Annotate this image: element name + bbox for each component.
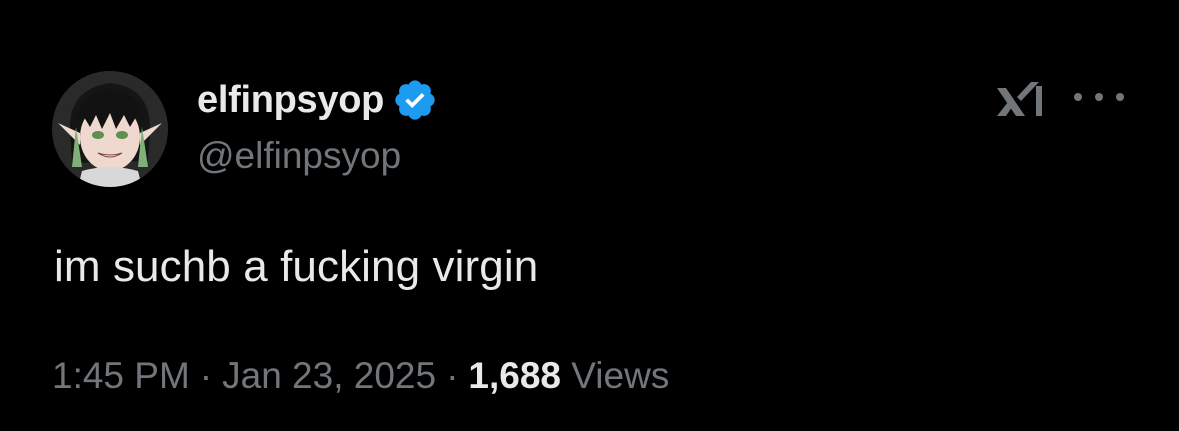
tweet-date[interactable]: Jan 23, 2025 xyxy=(222,355,436,396)
more-horizontal-icon xyxy=(1074,93,1082,101)
avatar[interactable] xyxy=(52,71,168,187)
separator: · xyxy=(446,355,459,396)
tweet-time[interactable]: 1:45 PM xyxy=(52,355,190,396)
verified-badge-icon xyxy=(395,80,435,120)
tweet-text: im suchb a fucking virgin xyxy=(54,242,539,291)
views-label: Views xyxy=(571,355,670,396)
avatar-image xyxy=(52,71,168,187)
more-horizontal-icon-dot xyxy=(1116,93,1124,101)
separator: · xyxy=(199,355,213,396)
views-count[interactable]: 1,688 xyxy=(468,355,561,396)
tweet-metadata: 1:45 PM · Jan 23, 2025 · 1,688 Views xyxy=(52,355,669,397)
handle[interactable]: @elfinpsyop xyxy=(197,135,401,177)
more-horizontal-icon-dot xyxy=(1095,93,1103,101)
more-options-button[interactable] xyxy=(1074,84,1124,110)
display-name[interactable]: elfinpsyop xyxy=(197,79,384,122)
author-row: elfinpsyop xyxy=(197,78,438,122)
tweet-card: elfinpsyop @elfinpsyop im suchb a fuckin… xyxy=(0,0,1179,431)
xai-grok-logo-icon[interactable] xyxy=(995,80,1047,120)
